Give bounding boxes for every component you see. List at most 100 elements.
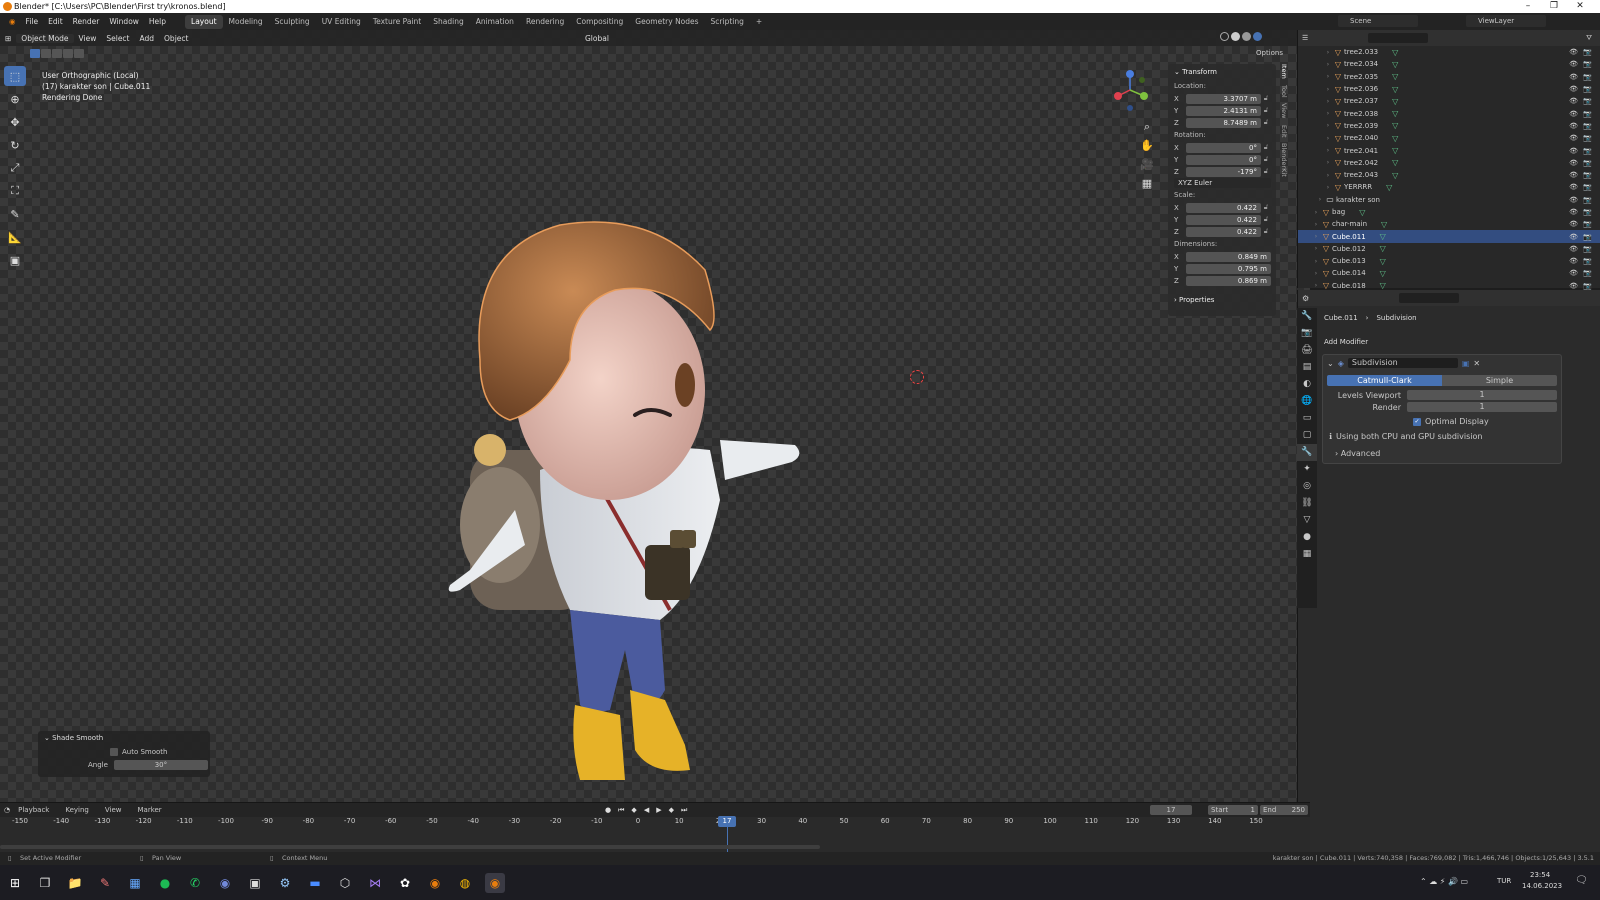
prev-keyframe-icon[interactable]: ◆	[631, 806, 636, 815]
outliner-item[interactable]: › ▽ tree2.040 ▽ 👁 📷	[1298, 132, 1600, 144]
material-shading-icon[interactable]	[1242, 32, 1251, 41]
dimensions-x-field[interactable]: 0.849 m	[1186, 251, 1271, 262]
windows-start-icon[interactable]: ⊞	[5, 873, 25, 893]
expand-icon[interactable]: ›	[1324, 184, 1332, 191]
clock-date[interactable]: 14.06.2023	[1522, 882, 1562, 890]
expand-icon[interactable]: ›	[1324, 86, 1332, 93]
expand-icon[interactable]: ›	[1324, 49, 1332, 56]
render-levels-field[interactable]: 1	[1407, 402, 1557, 412]
cursor-tool-icon[interactable]: ⊕	[4, 89, 26, 109]
lock-icon[interactable]: 🔓︎	[1261, 203, 1271, 212]
mesh-data-icon[interactable]: ▽	[1392, 109, 1398, 118]
mesh-data-icon[interactable]: ▽	[1392, 146, 1398, 155]
mesh-data-icon[interactable]: ▽	[1381, 220, 1387, 229]
discord-icon[interactable]: ◉	[215, 873, 235, 893]
notifications-icon[interactable]: 🗨	[1575, 875, 1588, 886]
render-camera-icon[interactable]: 📷	[1583, 171, 1592, 179]
visibility-eye-icon[interactable]: 👁	[1569, 48, 1578, 56]
outliner-item[interactable]: › ▽ tree2.036 ▽ 👁 📷	[1298, 83, 1600, 95]
tab-texture-paint[interactable]: Texture Paint	[367, 15, 427, 29]
annotate-tool-icon[interactable]: ✎	[4, 204, 26, 224]
expand-icon[interactable]: ›	[1324, 122, 1332, 129]
render-camera-icon[interactable]: 📷	[1583, 60, 1592, 68]
expand-icon[interactable]: ›	[1324, 98, 1332, 105]
zoom-icon[interactable]: ⌕	[1140, 120, 1154, 134]
expand-icon[interactable]: ›	[1312, 245, 1320, 252]
outliner-item[interactable]: › ▽ tree2.039 ▽ 👁 📷	[1298, 120, 1600, 132]
render-camera-icon[interactable]: 📷	[1583, 97, 1592, 105]
select-invert-icon[interactable]	[63, 49, 73, 58]
outliner-item[interactable]: › ▽ tree2.041 ▽ 👁 📷	[1298, 144, 1600, 156]
data-tab-icon[interactable]: ▽	[1297, 512, 1317, 529]
visibility-eye-icon[interactable]: 👁	[1569, 282, 1578, 290]
tray-icons[interactable]: ⌃ ☁ ⚡ 🔊 ▭	[1420, 877, 1468, 886]
select-extend-icon[interactable]	[41, 49, 51, 58]
render-camera-icon[interactable]: 📷	[1583, 159, 1592, 167]
angle-field[interactable]: 30°	[113, 760, 208, 770]
outliner-item[interactable]: › ▽ tree2.034 ▽ 👁 📷	[1298, 58, 1600, 70]
tab-modeling[interactable]: Modeling	[223, 15, 269, 29]
visibility-eye-icon[interactable]: 👁	[1569, 97, 1578, 105]
expand-icon[interactable]: ›	[1324, 61, 1332, 68]
file-explorer-icon[interactable]: 📁	[65, 873, 85, 893]
outliner-item[interactable]: › ▽ Cube.011 ▽ 👁 📷	[1298, 230, 1600, 243]
outliner-item[interactable]: › ▽ Cube.013 ▽ 👁 📷	[1298, 255, 1600, 267]
render-camera-icon[interactable]: 📷	[1583, 196, 1592, 204]
dimensions-y-field[interactable]: 0.795 m	[1186, 263, 1271, 274]
tool-tab-icon[interactable]: 🔧	[1297, 308, 1317, 325]
auto-smooth-checkbox[interactable]	[110, 748, 118, 756]
modifier-name-field[interactable]: Subdivision	[1347, 358, 1458, 368]
render-camera-icon[interactable]: 📷	[1583, 220, 1592, 228]
render-camera-icon[interactable]: 📷	[1583, 73, 1592, 81]
tab-shading[interactable]: Shading	[427, 15, 469, 29]
jump-end-icon[interactable]: ⏭	[681, 806, 687, 815]
mesh-data-icon[interactable]: ▽	[1380, 281, 1386, 290]
simple-button[interactable]: Simple	[1442, 375, 1557, 386]
minimize-icon[interactable]: –	[1515, 0, 1541, 13]
render-camera-icon[interactable]: 📷	[1583, 208, 1592, 216]
terminal-icon[interactable]: ▣	[245, 873, 265, 893]
expand-icon[interactable]: ›	[1312, 258, 1320, 265]
location-z-field[interactable]: 8.7489 m	[1186, 117, 1261, 128]
output-tab-icon[interactable]: 🖨	[1297, 342, 1317, 359]
current-frame-field[interactable]: 17	[1150, 805, 1192, 815]
particles-tab-icon[interactable]: ✦	[1297, 461, 1317, 478]
app-icon[interactable]: ✎	[95, 873, 115, 893]
playhead-marker[interactable]: 17	[718, 816, 736, 827]
blender-active-icon[interactable]: ◉	[485, 873, 505, 893]
render-camera-icon[interactable]: 📷	[1583, 110, 1592, 118]
browser-icon[interactable]: ✿	[395, 873, 415, 893]
visibility-eye-icon[interactable]: 👁	[1569, 159, 1578, 167]
visibility-eye-icon[interactable]: 👁	[1569, 110, 1578, 118]
next-keyframe-icon[interactable]: ◆	[669, 806, 674, 815]
outliner-item[interactable]: › ▽ Cube.014 ▽ 👁 📷	[1298, 267, 1600, 279]
render-camera-icon[interactable]: 📷	[1583, 85, 1592, 93]
lock-icon[interactable]: 🔓︎	[1261, 167, 1271, 176]
mode-selector[interactable]: Object Mode	[16, 33, 74, 43]
calculator-icon[interactable]: ▦	[125, 873, 145, 893]
pan-hand-icon[interactable]: ✋	[1140, 139, 1154, 153]
mesh-data-icon[interactable]: ▽	[1392, 158, 1398, 167]
outliner-item[interactable]: › ▽ bag ▽ 👁 📷	[1298, 206, 1600, 218]
visibility-eye-icon[interactable]: 👁	[1569, 60, 1578, 68]
visibility-eye-icon[interactable]: 👁	[1569, 196, 1578, 204]
scale-x-field[interactable]: 0.422	[1186, 202, 1261, 213]
last-operator-header[interactable]: ⌄ Shade Smooth	[38, 731, 210, 745]
select-subtract-icon[interactable]	[52, 49, 62, 58]
start-frame-field[interactable]: Start 1	[1208, 805, 1258, 815]
menu-help[interactable]: Help	[144, 17, 171, 26]
task-view-icon[interactable]: ❐	[35, 873, 55, 893]
display-mode-icon[interactable]: ☰	[1302, 34, 1308, 42]
editor-type-icon[interactable]: ⚙	[1302, 294, 1309, 303]
render-camera-icon[interactable]: 📷	[1583, 245, 1592, 253]
mesh-data-icon[interactable]: ▽	[1392, 134, 1398, 143]
play-icon[interactable]: ▶	[656, 806, 661, 815]
scale-z-field[interactable]: 0.422	[1186, 226, 1261, 237]
add-workspace-icon[interactable]: +	[750, 15, 768, 29]
scale-tool-icon[interactable]: ⤢	[4, 158, 26, 178]
menu-add[interactable]: Add	[135, 34, 160, 43]
visibility-eye-icon[interactable]: 👁	[1569, 208, 1578, 216]
expand-icon[interactable]: ›	[1324, 135, 1332, 142]
visibility-eye-icon[interactable]: 👁	[1569, 134, 1578, 142]
mesh-data-icon[interactable]: ▽	[1392, 72, 1398, 81]
